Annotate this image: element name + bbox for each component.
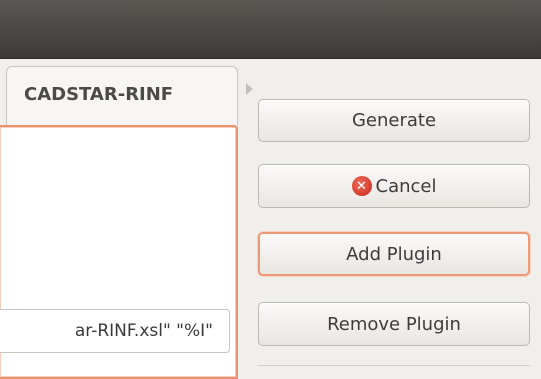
divider xyxy=(258,365,530,366)
remove-plugin-button[interactable]: Remove Plugin xyxy=(258,302,530,346)
generate-button-label: Generate xyxy=(351,110,437,131)
cancel-button-label: Cancel xyxy=(375,175,437,197)
remove-plugin-button-label: Remove Plugin xyxy=(327,313,461,335)
chevron-right-icon[interactable] xyxy=(246,83,253,95)
command-line-text: ar-RINF.xsl" "%I" xyxy=(74,321,213,341)
close-circle-icon: ✕ xyxy=(351,176,372,196)
generate-button[interactable]: Generate xyxy=(258,99,530,142)
cancel-button[interactable]: ✕ Cancel xyxy=(258,164,530,208)
command-line-input[interactable]: ar-RINF.xsl" "%I" xyxy=(0,309,230,353)
add-plugin-button[interactable]: Add Plugin xyxy=(258,232,530,276)
tab-label: CADSTAR-RINF xyxy=(24,84,174,105)
window-titlebar xyxy=(0,0,541,59)
add-plugin-button-label: Add Plugin xyxy=(346,243,442,265)
